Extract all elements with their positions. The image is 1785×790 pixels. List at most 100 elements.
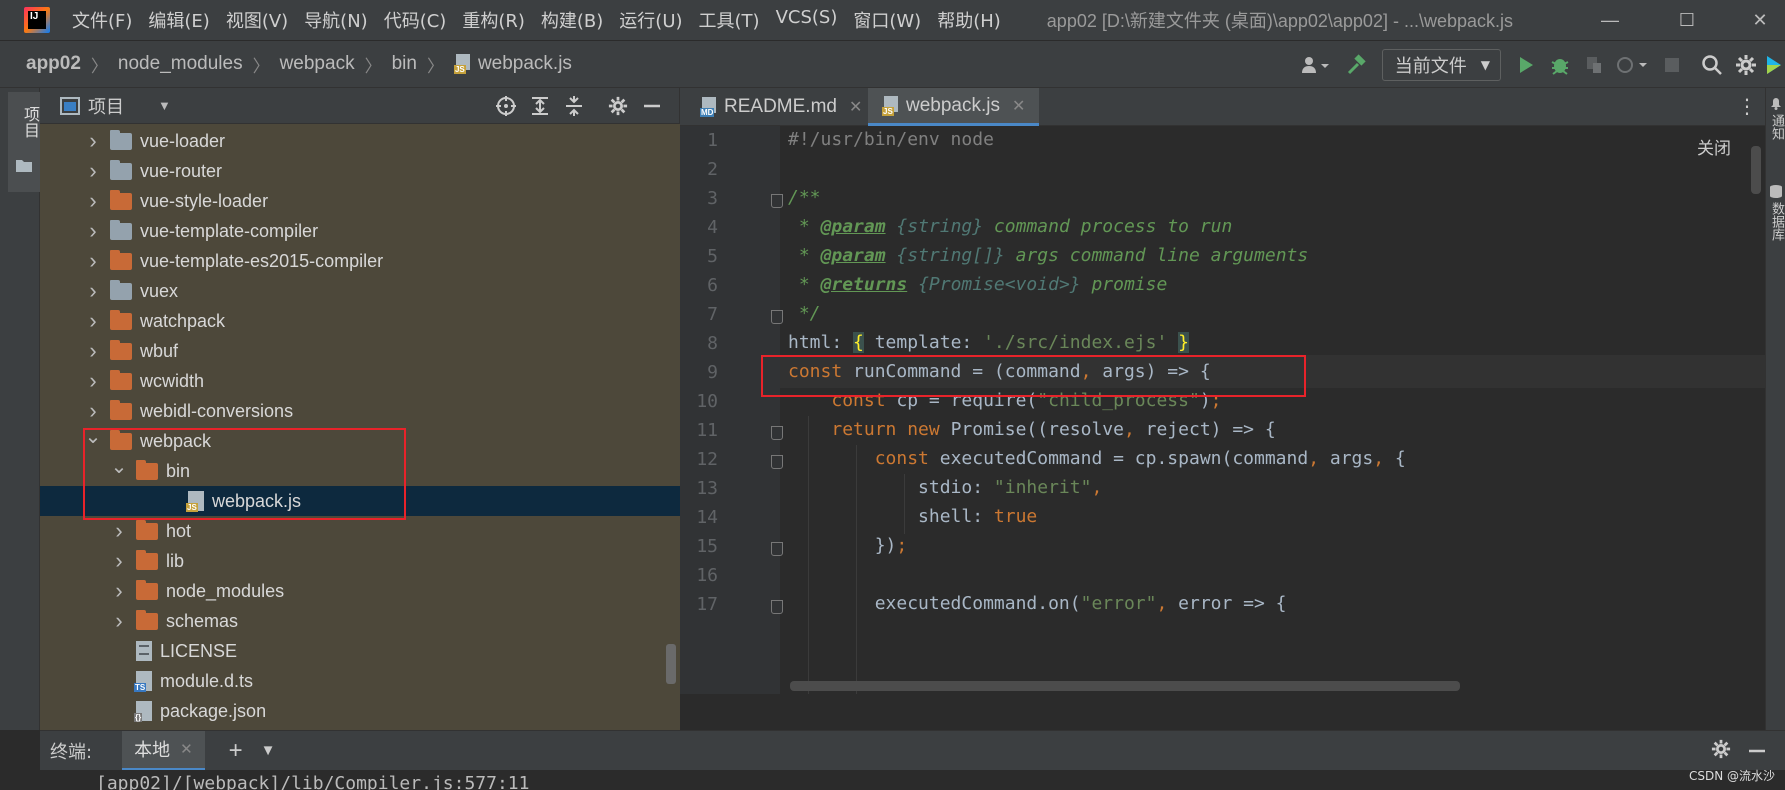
chevron-right-icon[interactable]: › [110,548,128,574]
menu-item[interactable]: 工具(T) [691,7,768,33]
menu-item[interactable]: 构建(B) [533,7,611,33]
breadcrumb-item[interactable]: node_modules [118,53,243,75]
code-token: , [1091,477,1103,498]
menu-item[interactable]: 窗口(W) [845,7,929,33]
chevron-right-icon[interactable]: › [110,578,128,604]
build-hammer-icon[interactable] [1340,48,1374,82]
tree-item[interactable]: › vuex [40,276,680,306]
locate-file-icon[interactable] [489,89,523,123]
tree-item[interactable]: › vue-template-compiler [40,216,680,246]
run-configuration-select[interactable]: 当前文件 ▼ [1381,49,1501,81]
tree-item[interactable]: › vue-router [40,156,680,186]
expand-all-icon[interactable] [523,89,557,123]
chevron-right-icon[interactable]: › [84,218,102,244]
tab-webpack-js[interactable]: JS webpack.js ✕ [868,88,1040,126]
maximize-button[interactable]: ☐ [1662,0,1712,40]
code-token: {string[]} [896,245,1005,266]
chevron-right-icon[interactable]: › [84,278,102,304]
tree-item[interactable]: › vue-template-es2015-compiler [40,246,680,276]
tree-item[interactable]: › webidl-conversions [40,396,680,426]
tree-item[interactable]: {} package.json [40,696,680,726]
tree-item[interactable]: TS module.d.ts [40,666,680,696]
close-tab-icon[interactable]: ✕ [180,740,193,758]
menu-item[interactable]: 运行(U) [611,7,690,33]
menu-item[interactable]: 代码(C) [376,7,455,33]
fold-marker-icon[interactable] [771,310,783,324]
fold-marker-icon[interactable] [771,426,783,440]
settings-gear-icon[interactable] [1729,48,1763,82]
chevron-right-icon[interactable]: › [110,518,128,544]
tab-readme-md[interactable]: MD README.md ✕ [686,88,876,126]
chevron-down-icon[interactable]: ▼ [261,742,276,759]
chevron-right-icon[interactable]: › [84,398,102,424]
menu-item[interactable]: VCS(S) [768,7,846,33]
chevron-right-icon[interactable]: › [84,368,102,394]
jetbrains-toolbox-icon[interactable] [1763,48,1785,82]
add-terminal-icon[interactable]: + [229,737,243,765]
stop-icon[interactable] [1655,48,1689,82]
code-token: command process to run [983,216,1233,237]
tree-item[interactable]: › lib [40,546,680,576]
hide-panel-icon[interactable] [635,89,669,123]
menu-item[interactable]: 导航(N) [296,7,376,33]
chevron-right-icon[interactable]: › [84,308,102,334]
collapse-all-icon[interactable] [557,89,591,123]
breadcrumb-item[interactable]: bin [392,53,417,75]
coverage-icon[interactable] [1577,48,1611,82]
tree-item[interactable]: › wbuf [40,336,680,366]
debug-icon[interactable] [1543,48,1577,82]
profile-icon[interactable] [1611,48,1655,82]
fold-marker-icon[interactable] [771,455,783,469]
horizontal-scrollbar[interactable] [790,681,1460,691]
editor-tab-bar: MD README.md ✕ JS webpack.js ✕ ⋮ [680,88,1765,126]
tree-item[interactable]: › vue-loader [40,126,680,156]
database-tool-button[interactable]: 数据库 [1767,202,1785,241]
project-tool-window-button[interactable]: 项目 [8,92,40,192]
notifications-tool-button[interactable]: 通知 [1767,114,1785,140]
run-icon[interactable] [1509,48,1543,82]
breadcrumb-item[interactable]: webpack [280,53,355,75]
minimize-button[interactable]: — [1585,0,1635,40]
menu-item[interactable]: 帮助(H) [929,7,1009,33]
tree-item[interactable]: › wcwidth [40,366,680,396]
project-panel-title[interactable]: 项目 [88,93,124,119]
chevron-right-icon[interactable]: › [84,158,102,184]
close-hint-label[interactable]: 关闭 [1697,134,1731,159]
menu-item[interactable]: 编辑(E) [140,7,217,33]
fold-marker-icon[interactable] [771,542,783,556]
vcs-user-icon[interactable] [1292,48,1340,82]
tree-item[interactable]: › watchpack [40,306,680,336]
search-icon[interactable] [1695,48,1729,82]
vertical-scrollbar[interactable] [1751,146,1761,194]
terminal-output[interactable]: [app02]/[webpack]/lib/Compiler.js:577:11 [40,770,1785,790]
close-window-button[interactable]: ✕ [1735,0,1785,40]
chevron-down-icon[interactable]: ▼ [158,98,171,113]
fold-marker-icon[interactable] [771,600,783,614]
fold-marker-icon[interactable] [771,194,783,208]
hide-terminal-icon[interactable] [1747,741,1767,766]
chevron-right-icon[interactable]: › [110,608,128,634]
breadcrumb-item[interactable]: webpack.js [478,53,572,75]
tree-item-label: vue-template-compiler [140,220,319,241]
tree-item[interactable]: › hot [40,516,680,546]
tree-item[interactable]: › schemas [40,606,680,636]
chevron-right-icon[interactable]: › [84,128,102,154]
code-editor[interactable]: 1 2 3 4 5 6 7 8 9 10 11 12 13 14 15 16 17 #!/usr/bin/env… [680,126,1765,694]
chevron-right-icon[interactable]: › [84,338,102,364]
menu-item[interactable]: 文件(F) [64,7,140,33]
close-tab-icon[interactable]: ✕ [849,97,862,117]
close-tab-icon[interactable]: ✕ [1012,96,1025,116]
panel-settings-gear-icon[interactable] [601,89,635,123]
breadcrumb-item[interactable]: app02 [26,53,81,75]
tree-item[interactable]: › node_modules [40,576,680,606]
menu-item[interactable]: 重构(R) [454,7,533,33]
tree-scrollbar[interactable] [666,644,676,684]
chevron-right-icon[interactable]: › [84,188,102,214]
chevron-right-icon[interactable]: › [84,248,102,274]
tree-item[interactable]: LICENSE [40,636,680,666]
terminal-settings-gear-icon[interactable] [1711,739,1731,764]
more-tabs-icon[interactable]: ⋮ [1737,94,1757,119]
terminal-tab-local[interactable]: 本地 ✕ [122,730,205,771]
tree-item[interactable]: › vue-style-loader [40,186,680,216]
menu-item[interactable]: 视图(V) [218,7,296,33]
